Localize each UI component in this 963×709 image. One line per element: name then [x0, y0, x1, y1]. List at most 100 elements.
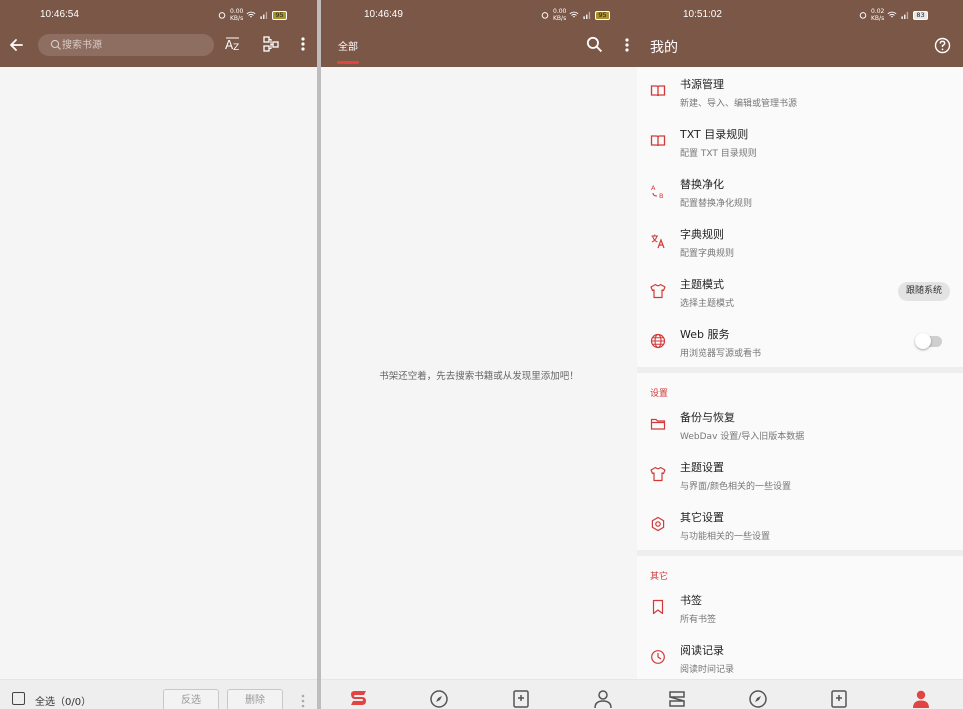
empty-bookshelf-message: 书架还空着，先去搜索书籍或从发现里添加吧！: [379, 371, 579, 382]
search-input[interactable]: [62, 34, 208, 56]
tab-all[interactable]: 全部: [338, 38, 358, 53]
section-title: 其它: [650, 572, 669, 582]
svg-text:B: B: [659, 192, 663, 199]
battery-indicator: 95: [272, 10, 287, 20]
section-header-other: 其它: [637, 556, 963, 583]
menu-item-subtitle: 与界面/颜色相关的一些设置: [680, 482, 792, 492]
menu-item-subtitle: 新建、导入、编辑或管理书源: [680, 99, 798, 109]
select-all-checkbox[interactable]: [12, 692, 25, 705]
search-icon[interactable]: [586, 36, 603, 53]
menu-item-title: 主题模式: [680, 278, 724, 291]
explore-icon[interactable]: [747, 688, 769, 709]
alarm-icon: [218, 12, 226, 19]
bottom-navigation: [637, 679, 963, 709]
shirt-icon: [650, 466, 666, 482]
battery-indicator: 83: [913, 10, 928, 20]
bookshelf-icon[interactable]: [666, 688, 688, 709]
alarm-icon: [541, 12, 549, 19]
folder-icon: [650, 418, 666, 430]
search-box[interactable]: [38, 34, 214, 56]
bookshelf-icon[interactable]: [347, 688, 369, 709]
menu-item-web-service[interactable]: Web 服务 用浏览器写源或看书: [637, 317, 963, 367]
wifi-icon: [246, 11, 256, 18]
toggle-knob: [915, 333, 931, 349]
rss-icon[interactable]: [510, 688, 532, 709]
my-icon[interactable]: [910, 688, 932, 709]
my-icon[interactable]: [592, 688, 614, 709]
app-bar: 10:46:49 0.00 KB/s 95 全部: [321, 0, 637, 67]
select-all-label[interactable]: 全选（0/0）: [35, 693, 91, 708]
menu-item-subtitle: 与功能相关的一些设置: [680, 532, 771, 542]
menu-item-title: 其它设置: [680, 511, 724, 524]
menu-item-theme-mode[interactable]: 主题模式 选择主题模式 跟随系统: [637, 267, 963, 317]
rss-icon[interactable]: [828, 688, 850, 709]
status-icons: 0.00 KB/s 95: [540, 8, 610, 22]
group-icon[interactable]: [262, 35, 280, 53]
more-vert-icon[interactable]: [619, 36, 635, 54]
menu-item-subtitle: 选择主题模式: [680, 299, 735, 309]
delete-button[interactable]: 删除: [227, 689, 283, 709]
my-panel: 10:51:02 0.02 KB/s 83 我的 书源管理 新建、导入、编辑或管…: [637, 0, 963, 709]
status-bar: 10:51:02 0.02 KB/s 83: [637, 0, 963, 30]
menu-item-subtitle: 配置字典规则: [680, 249, 735, 259]
battery-indicator: 95: [595, 10, 610, 20]
web-service-toggle[interactable]: [915, 333, 942, 349]
status-bar: 10:46:54 0.00 KB/s 95: [0, 0, 317, 30]
status-time: 10:46:54: [40, 9, 79, 20]
invert-selection-button[interactable]: 反选: [163, 689, 219, 709]
more-vert-icon[interactable]: [294, 35, 312, 53]
alarm-icon: [859, 12, 867, 19]
menu-item-book-source[interactable]: 书源管理 新建、导入、编辑或管理书源: [637, 67, 963, 117]
back-arrow-icon[interactable]: [8, 37, 24, 53]
menu-item-title: 主题设置: [680, 461, 724, 474]
app-bar: 10:51:02 0.02 KB/s 83 我的: [637, 0, 963, 67]
menu-item-replace[interactable]: A B 替换净化 配置替换净化规则: [637, 167, 963, 217]
status-icons: 0.00 KB/s 95: [217, 8, 287, 22]
menu-item-title: 书源管理: [680, 78, 724, 91]
web-icon: [650, 333, 666, 349]
status-time: 10:51:02: [683, 9, 722, 20]
menu-item-other-settings[interactable]: 其它设置 与功能相关的一些设置: [637, 500, 963, 550]
svg-text:A: A: [651, 184, 656, 192]
menu-item-subtitle: 用浏览器写源或看书: [680, 349, 762, 359]
section-header-settings: 设置: [637, 373, 963, 400]
menu-item-title: 字典规则: [680, 228, 724, 241]
signal-icon: [901, 11, 909, 19]
status-icons: 0.02 KB/s 83: [858, 8, 928, 22]
selection-bar: 全选（0/0） 反选 删除: [0, 679, 317, 709]
settings-gear-icon: [651, 516, 665, 532]
help-icon[interactable]: [934, 37, 951, 54]
menu-item-subtitle: WebDav 设置/导入旧版本数据: [680, 432, 805, 442]
menu-item-read-history[interactable]: 阅读记录 阅读时间记录: [637, 633, 963, 683]
svg-text:Z: Z: [233, 43, 239, 53]
signal-icon: [260, 11, 268, 19]
menu-item-title: 阅读记录: [680, 644, 724, 657]
menu-item-backup[interactable]: 备份与恢复 WebDav 设置/导入旧版本数据: [637, 400, 963, 450]
sort-az-icon[interactable]: A Z: [224, 35, 242, 53]
explore-icon[interactable]: [428, 688, 450, 709]
signal-icon: [583, 11, 591, 19]
menu-item-subtitle: 阅读时间记录: [680, 665, 735, 675]
theme-mode-chip[interactable]: 跟随系统: [897, 282, 950, 301]
more-vert-icon[interactable]: [301, 694, 305, 709]
menu-item-dictionary[interactable]: 字典规则 配置字典规则: [637, 217, 963, 267]
dictionary-icon: [651, 234, 665, 249]
page-title: 我的: [650, 40, 678, 56]
txt-rule-icon: [650, 135, 666, 147]
menu-item-subtitle: 所有书签: [680, 615, 717, 625]
menu-item-theme-settings[interactable]: 主题设置 与界面/颜色相关的一些设置: [637, 450, 963, 500]
menu-item-title: 替换净化: [680, 178, 724, 191]
tab-indicator: [337, 61, 359, 64]
network-speed: 0.02 KB/s: [871, 8, 885, 22]
menu-item-title: Web 服务: [680, 328, 730, 341]
bottom-navigation: [321, 679, 637, 709]
book-source-panel: 10:46:54 0.00 KB/s 95 A Z: [0, 0, 317, 709]
bookmark-icon: [652, 599, 664, 615]
search-icon: [50, 39, 61, 50]
menu-item-bookmarks[interactable]: 书签 所有书签: [637, 583, 963, 633]
history-icon: [651, 650, 665, 664]
bookshelf-panel: 10:46:49 0.00 KB/s 95 全部 书架还空着，先去搜索书籍或从发…: [321, 0, 637, 709]
wifi-icon: [569, 11, 579, 18]
menu-item-subtitle: 配置替换净化规则: [680, 199, 753, 209]
menu-item-txt-rule[interactable]: TXT 目录规则 配置 TXT 目录规则: [637, 117, 963, 167]
